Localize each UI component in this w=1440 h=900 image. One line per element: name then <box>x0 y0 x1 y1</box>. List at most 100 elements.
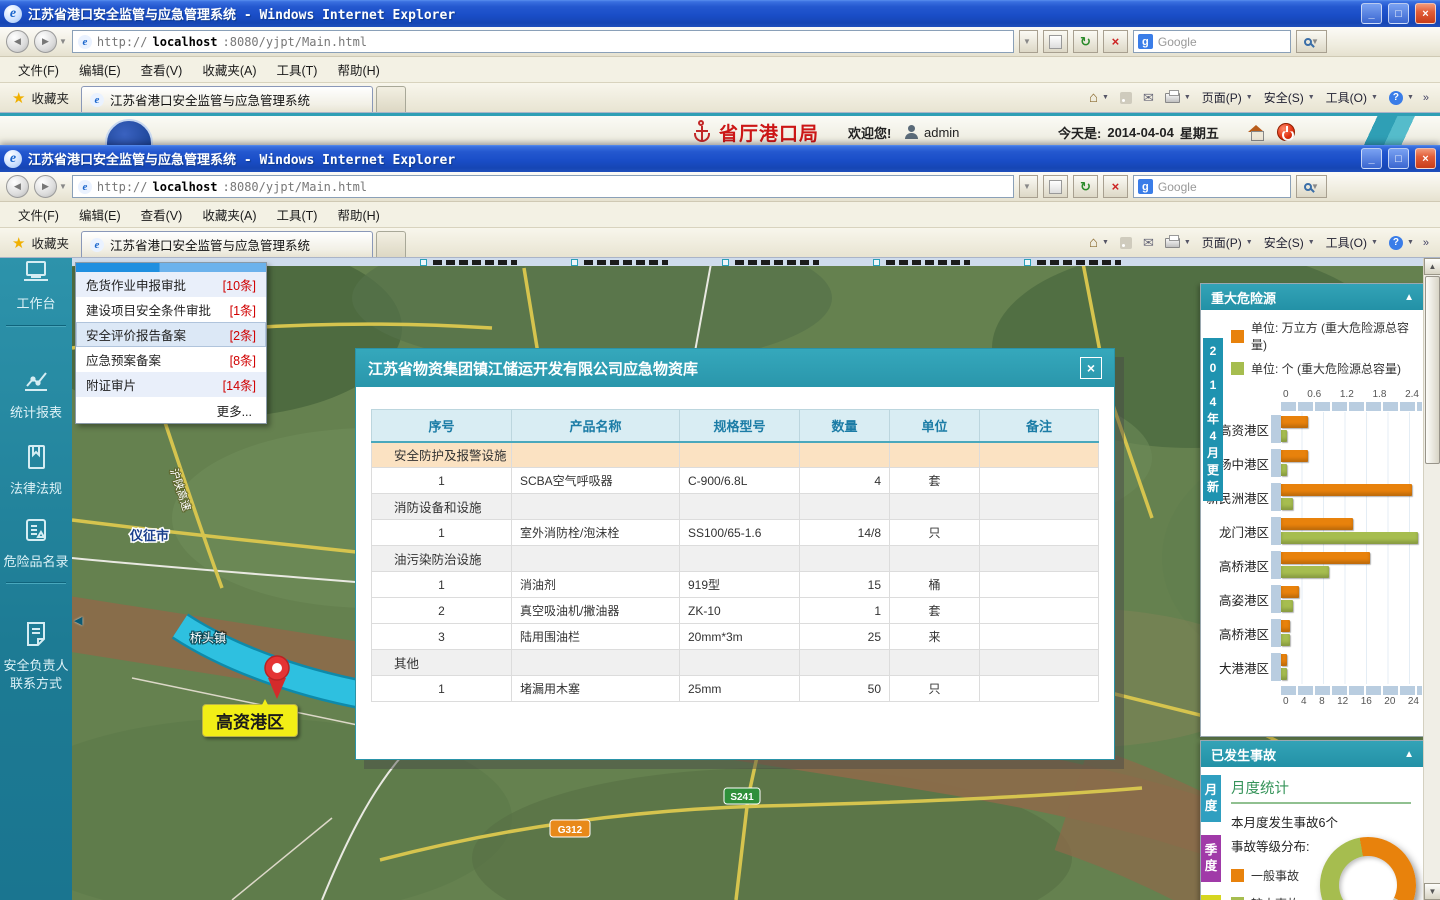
tools-menu-button[interactable]: 工具(O)▼ <box>1321 231 1383 254</box>
sidebar-item-reports[interactable]: 统计报表 <box>0 363 72 424</box>
collapse-up-icon[interactable]: ▲ <box>1404 292 1414 303</box>
stop-button[interactable]: × <box>1103 175 1128 198</box>
compatibility-view-button[interactable] <box>1043 175 1068 198</box>
rss-button[interactable] <box>1115 234 1137 252</box>
browser-window-back: e 江苏省港口安全监管与应急管理系统 - Windows Internet Ex… <box>0 0 1440 145</box>
print-button[interactable]: ▼ <box>1160 235 1196 251</box>
sidebar-item-hazmat-list[interactable]: 危险品名录 <box>0 512 72 573</box>
sidebar-item-workbench[interactable]: 工作台 <box>0 258 72 315</box>
workbench-menu-item[interactable]: 危货作业申报审批[10条] <box>76 272 266 297</box>
restore-button[interactable]: □ <box>1388 148 1409 169</box>
search-button[interactable]: ▼ <box>1296 175 1327 198</box>
workbench-menu-item[interactable]: 安全评价报告备案[2条] <box>76 322 266 347</box>
safety-menu-button[interactable]: 安全(S)▼ <box>1259 86 1320 109</box>
history-dropdown-icon[interactable]: ▼ <box>59 182 67 191</box>
safety-menu-button[interactable]: 安全(S)▼ <box>1259 231 1320 254</box>
overflow-chevron-icon[interactable]: » <box>1420 237 1432 249</box>
workbench-menu-item[interactable]: 应急预案备案[8条] <box>76 347 266 372</box>
scroll-down-button[interactable]: ▼ <box>1424 883 1440 900</box>
menu-file[interactable]: 文件(F) <box>8 201 69 228</box>
favorites-button[interactable]: ★ 收藏夹 <box>0 83 81 112</box>
port-zone-label[interactable]: 高资港区 <box>202 704 298 737</box>
help-button[interactable]: ?▼ <box>1384 88 1419 108</box>
empty-cell <box>800 442 890 468</box>
layer-checkbox-group[interactable] <box>1024 259 1121 266</box>
hazard-panel-header[interactable]: 重大危险源 ▲ <box>1201 284 1424 310</box>
menu-file[interactable]: 文件(F) <box>8 56 69 83</box>
menu-help[interactable]: 帮助(H) <box>327 56 389 83</box>
refresh-button[interactable]: ↻ <box>1073 175 1098 198</box>
address-bar[interactable]: e http://localhost:8080/yjpt/Main.html <box>72 30 1014 53</box>
stop-button[interactable]: × <box>1103 30 1128 53</box>
restore-button[interactable]: □ <box>1388 3 1409 24</box>
new-tab-stub[interactable] <box>376 231 406 257</box>
minimize-button[interactable]: _ <box>1361 148 1382 169</box>
layer-checkbox-group[interactable] <box>571 259 668 266</box>
accident-panel-header[interactable]: 已发生事故 ▲ <box>1201 741 1424 767</box>
tab-1[interactable]: 季度 <box>1201 835 1221 882</box>
menu-favorites[interactable]: 收藏夹(A) <box>192 201 266 228</box>
workbench-menu-item[interactable]: 附证审片[14条] <box>76 372 266 397</box>
layer-checkbox-group[interactable] <box>873 259 970 266</box>
close-button[interactable]: × <box>1415 148 1436 169</box>
menu-favorites[interactable]: 收藏夹(A) <box>192 56 266 83</box>
page-menu-button[interactable]: 页面(P)▼ <box>1197 86 1258 109</box>
refresh-button[interactable]: ↻ <box>1073 30 1098 53</box>
layer-checkbox-group[interactable] <box>420 259 517 266</box>
address-dropdown-button[interactable]: ▼ <box>1019 175 1038 198</box>
back-button[interactable]: ◀ <box>6 175 29 198</box>
overflow-chevron-icon[interactable]: » <box>1420 92 1432 104</box>
collapse-up-icon[interactable]: ▲ <box>1404 749 1414 760</box>
tab-0[interactable]: 月度 <box>1201 775 1221 822</box>
layer-checkbox-group[interactable] <box>722 259 819 266</box>
minimize-button[interactable]: _ <box>1361 3 1382 24</box>
back-button[interactable]: ◀ <box>6 30 29 53</box>
scrollbar-thumb[interactable] <box>1425 276 1440 464</box>
sidebar-item-laws[interactable]: 法律法规 <box>0 439 72 500</box>
browser-tab[interactable]: e 江苏省港口安全监管与应急管理系统 <box>81 231 373 257</box>
mail-button[interactable]: ✉ <box>1138 87 1159 109</box>
close-button[interactable]: × <box>1415 3 1436 24</box>
logout-button[interactable] <box>1277 123 1295 141</box>
empty-cell <box>680 442 800 468</box>
tab-icon: e <box>90 238 104 252</box>
rss-button[interactable] <box>1115 89 1137 107</box>
home-shortcut-icon[interactable] <box>1248 125 1265 139</box>
tab-2[interactable]: 年度 <box>1201 895 1221 900</box>
menu-view[interactable]: 查看(V) <box>131 201 193 228</box>
page-menu-button[interactable]: 页面(P)▼ <box>1197 231 1258 254</box>
home-button[interactable]: ⌂▼ <box>1084 231 1114 254</box>
address-dropdown-button[interactable]: ▼ <box>1019 30 1038 53</box>
workbench-menu-item[interactable]: 建设项目安全条件审批[1条] <box>76 297 266 322</box>
axis-band-segment <box>1271 650 1281 684</box>
forward-button[interactable]: ▶ <box>34 30 57 53</box>
sidebar-collapse-icon[interactable]: ◀ <box>74 614 82 627</box>
sidebar-item-safety-contacts[interactable]: 安全负责人联系方式 <box>0 616 72 694</box>
menu-help[interactable]: 帮助(H) <box>327 201 389 228</box>
favorites-button[interactable]: ★ 收藏夹 <box>0 228 81 257</box>
browser-tab[interactable]: e 江苏省港口安全监管与应急管理系统 <box>81 86 373 112</box>
vertical-scrollbar[interactable]: ▲ ▼ <box>1423 258 1440 900</box>
search-input[interactable]: g Google <box>1133 175 1291 198</box>
modal-close-button[interactable]: × <box>1080 357 1102 379</box>
scroll-up-button[interactable]: ▲ <box>1424 258 1440 275</box>
menu-edit[interactable]: 编辑(E) <box>69 56 131 83</box>
search-input[interactable]: g Google <box>1133 30 1291 53</box>
menu-tools[interactable]: 工具(T) <box>266 56 327 83</box>
help-icon: ? <box>1389 236 1403 250</box>
new-tab-stub[interactable] <box>376 86 406 112</box>
print-button[interactable]: ▼ <box>1160 90 1196 106</box>
menu-more-button[interactable]: 更多... <box>76 397 266 423</box>
history-dropdown-icon[interactable]: ▼ <box>59 37 67 46</box>
menu-view[interactable]: 查看(V) <box>131 56 193 83</box>
compatibility-view-button[interactable] <box>1043 30 1068 53</box>
home-button[interactable]: ⌂▼ <box>1084 86 1114 109</box>
forward-button[interactable]: ▶ <box>34 175 57 198</box>
address-bar[interactable]: e http://localhost:8080/yjpt/Main.html <box>72 175 1014 198</box>
search-button[interactable]: ▼ <box>1296 30 1327 53</box>
mail-button[interactable]: ✉ <box>1138 232 1159 254</box>
tools-menu-button[interactable]: 工具(O)▼ <box>1321 86 1383 109</box>
menu-edit[interactable]: 编辑(E) <box>69 201 131 228</box>
help-button[interactable]: ?▼ <box>1384 233 1419 253</box>
menu-tools[interactable]: 工具(T) <box>266 201 327 228</box>
